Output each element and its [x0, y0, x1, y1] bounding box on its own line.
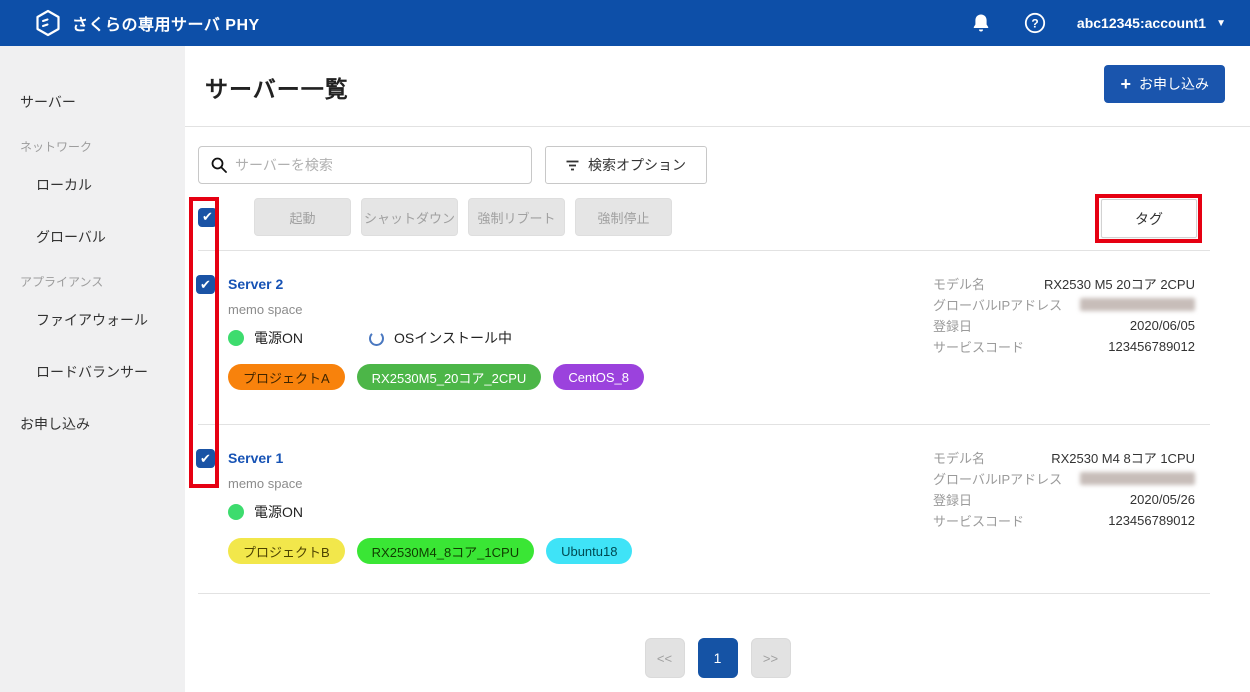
power-status-label: 電源ON [254, 502, 303, 522]
power-status-label: 電源ON [254, 328, 303, 348]
server-name-link[interactable]: Server 1 [228, 450, 283, 466]
server-memo: memo space [228, 476, 302, 491]
model-label: モデル名 [933, 448, 985, 467]
app-window: さくらの専用サーバ PHY ? abc12345:account1 ▼ [0, 0, 1250, 692]
power-on-dot-icon [228, 330, 244, 346]
select-all-checkbox[interactable]: ✔ [198, 208, 217, 227]
order-button[interactable]: + お申し込み [1104, 65, 1225, 103]
account-name: abc12345:account1 [1077, 15, 1206, 31]
bulk-action-row: ✔ 起動 シャットダウン 強制リブート 強制停止 [198, 198, 672, 236]
row-divider [198, 593, 1210, 594]
server-details: モデル名 RX2530 M5 20コア 2CPU グローバルIPアドレス 登録日 2… [933, 273, 1195, 357]
date-value: 2020/05/26 [1130, 492, 1195, 507]
search-options-label: 検索オプション [588, 155, 686, 175]
code-label: サービスコード [933, 511, 1024, 530]
server-status-row: 電源ON OSインストール中 [228, 328, 512, 348]
server-tags: プロジェクトA RX2530M5_20コア_2CPU CentOS_8 [228, 364, 644, 390]
order-button-label: お申し込み [1139, 74, 1209, 94]
svg-text:?: ? [1031, 17, 1038, 31]
server-memo: memo space [228, 302, 302, 317]
account-menu[interactable]: abc12345:account1 ▼ [1077, 15, 1226, 31]
server-status-row: 電源ON [228, 502, 303, 522]
brand[interactable]: さくらの専用サーバ PHY [34, 9, 260, 37]
search-box [198, 146, 532, 184]
notification-bell-icon[interactable] [969, 11, 993, 35]
search-icon [211, 157, 227, 173]
ip-label: グローバルIPアドレス [933, 469, 1062, 488]
title-divider [185, 126, 1250, 127]
code-value: 123456789012 [1108, 339, 1195, 354]
model-value: RX2530 M4 8コア 1CPU [1051, 448, 1195, 467]
sidebar-section-appliance: アプライアンス [0, 269, 185, 294]
sidebar-item-order[interactable]: お申し込み [0, 404, 185, 444]
date-value: 2020/06/05 [1130, 318, 1195, 333]
page-title: サーバー一覧 [205, 70, 349, 104]
brand-title: さくらの専用サーバ PHY [72, 11, 260, 35]
date-label: 登録日 [933, 316, 972, 335]
pagination: << 1 >> [185, 638, 1250, 678]
pagination-next-button[interactable]: >> [751, 638, 791, 678]
force-stop-button[interactable]: 強制停止 [575, 198, 672, 236]
row-divider [198, 424, 1210, 425]
code-value: 123456789012 [1108, 513, 1195, 528]
spinner-icon [369, 331, 384, 346]
server-name-link[interactable]: Server 2 [228, 276, 283, 292]
ip-label: グローバルIPアドレス [933, 295, 1062, 314]
sidebar-item-firewall[interactable]: ファイアウォール [0, 300, 185, 340]
tag-pill[interactable]: Ubuntu18 [546, 538, 632, 564]
help-icon[interactable]: ? [1023, 11, 1047, 35]
pagination-prev-button[interactable]: << [645, 638, 685, 678]
server-tags: プロジェクトB RX2530M4_8コア_1CPU Ubuntu18 [228, 538, 632, 564]
start-button[interactable]: 起動 [254, 198, 351, 236]
tag-button[interactable]: タグ [1101, 199, 1197, 238]
server-details: モデル名 RX2530 M4 8コア 1CPU グローバルIPアドレス 登録日 20… [933, 447, 1195, 531]
server-checkbox[interactable]: ✔ [196, 449, 215, 468]
tag-pill[interactable]: RX2530M5_20コア_2CPU [357, 364, 542, 390]
sidebar-item-global[interactable]: グローバル [0, 217, 185, 257]
filter-icon [566, 160, 579, 171]
sidebar-item-local[interactable]: ローカル [0, 165, 185, 205]
ip-value-redacted [1080, 298, 1195, 311]
server-checkbox[interactable]: ✔ [196, 275, 215, 294]
chevron-down-icon: ▼ [1216, 18, 1226, 29]
shutdown-button[interactable]: シャットダウン [361, 198, 458, 236]
sidebar-item-loadbalancer[interactable]: ロードバランサー [0, 352, 185, 392]
tag-pill[interactable]: プロジェクトB [228, 538, 345, 564]
tag-pill[interactable]: RX2530M4_8コア_1CPU [357, 538, 534, 564]
pagination-page-1-button[interactable]: 1 [698, 638, 738, 678]
top-bar: さくらの専用サーバ PHY ? abc12345:account1 ▼ [0, 0, 1250, 46]
date-label: 登録日 [933, 490, 972, 509]
search-input[interactable] [235, 157, 531, 173]
tag-pill[interactable]: CentOS_8 [553, 364, 644, 390]
tag-pill[interactable]: プロジェクトA [228, 364, 345, 390]
force-reboot-button[interactable]: 強制リブート [468, 198, 565, 236]
os-status-label: OSインストール中 [394, 328, 512, 348]
sidebar-section-network: ネットワーク [0, 134, 185, 159]
model-value: RX2530 M5 20コア 2CPU [1044, 274, 1195, 293]
sidebar: サーバー ネットワーク ローカル グローバル アプライアンス ファイアウォール … [0, 46, 185, 692]
plus-icon: + [1120, 75, 1131, 93]
sidebar-item-server[interactable]: サーバー [0, 82, 185, 122]
code-label: サービスコード [933, 337, 1024, 356]
model-label: モデル名 [933, 274, 985, 293]
search-options-button[interactable]: 検索オプション [545, 146, 707, 184]
hexagon-logo-icon [34, 9, 62, 37]
main-content: サーバー一覧 + お申し込み 検索オプション ✔ 起動 [185, 46, 1250, 692]
ip-value-redacted [1080, 472, 1195, 485]
power-on-dot-icon [228, 504, 244, 520]
row-divider [198, 250, 1210, 251]
